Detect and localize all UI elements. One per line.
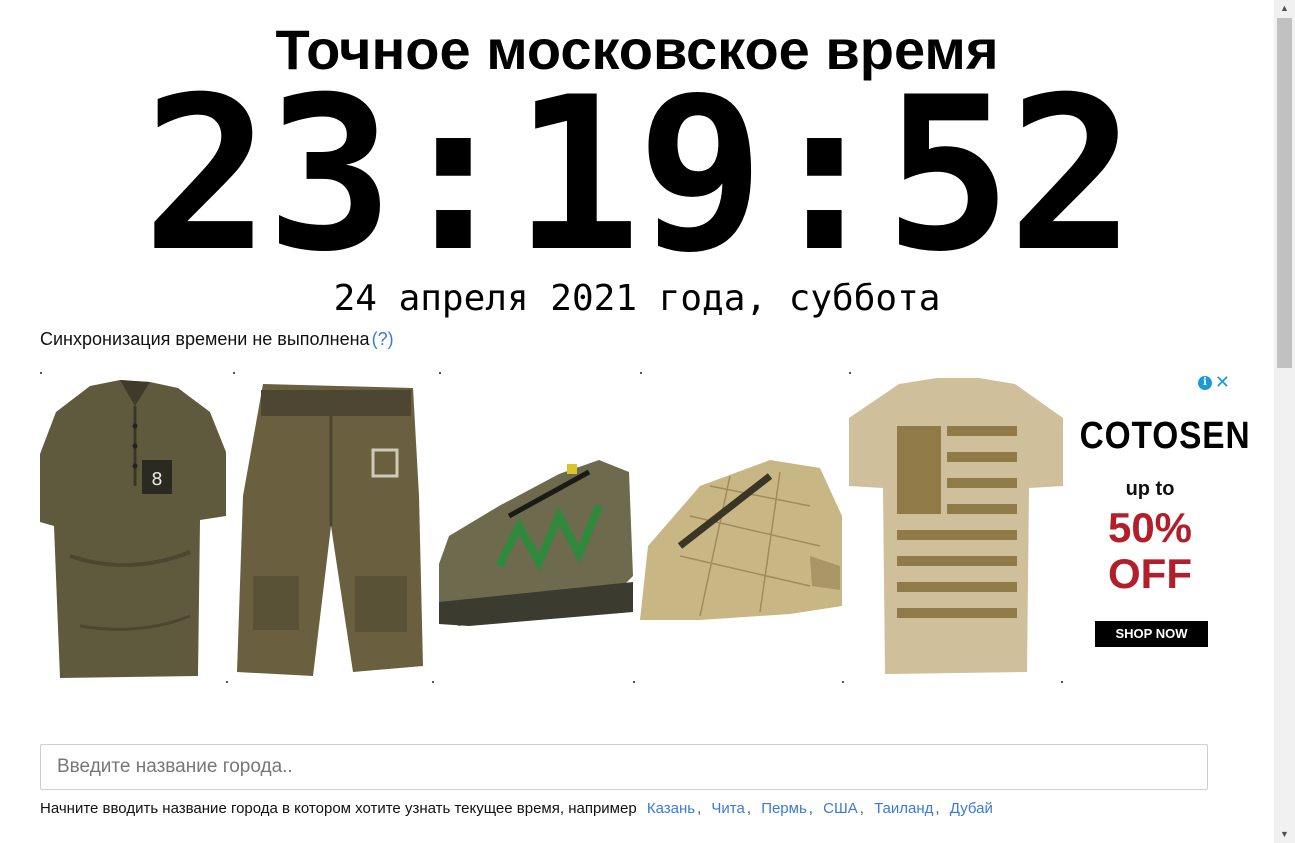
ad-dot xyxy=(233,372,235,374)
henley-shirt-image[interactable]: 8 xyxy=(40,376,226,680)
scroll-down-arrow-icon[interactable]: ▼ xyxy=(1274,826,1295,843)
ad-close-icon[interactable]: ✕ xyxy=(1215,373,1230,391)
ad-banner[interactable]: 8 i ✕ COTOSEN up to 50% OFF SHOP NOW xyxy=(40,370,1251,685)
sync-status: Синхронизация времени не выполнена (?) xyxy=(40,327,394,351)
ad-dot xyxy=(1061,681,1063,683)
city-search-input[interactable] xyxy=(40,744,1208,790)
ad-dot xyxy=(633,681,635,683)
ad-brand-name: COTOSEN xyxy=(1079,415,1251,457)
clock-display: 23:19:52 xyxy=(142,51,1135,298)
svg-text:8: 8 xyxy=(151,469,162,490)
example-city-link[interactable]: Казань xyxy=(647,800,695,817)
flag-tshirt-image[interactable] xyxy=(849,376,1063,680)
sync-help-link[interactable]: (?) xyxy=(372,329,394,349)
scroll-up-arrow-icon[interactable]: ▲ xyxy=(1274,0,1295,17)
page: Точное московское время 23:19:52 24 апре… xyxy=(0,0,1274,843)
ad-dot xyxy=(226,681,228,683)
example-city-link[interactable]: Таиланд xyxy=(874,800,933,817)
ad-dot xyxy=(849,372,851,374)
ad-promo-off: OFF xyxy=(1108,550,1192,597)
ad-promo-percent: 50% xyxy=(1107,504,1193,551)
ad-dot xyxy=(439,372,441,374)
example-city-link[interactable]: Чита xyxy=(711,800,744,817)
search-hint: Начните вводить название города в которо… xyxy=(40,800,993,817)
date-display: 24 апреля 2021 года, суббота xyxy=(333,278,941,319)
example-city-link[interactable]: Дубай xyxy=(950,800,993,817)
example-city-link[interactable]: Пермь xyxy=(761,800,807,817)
sync-status-text: Синхронизация времени не выполнена xyxy=(40,329,370,349)
ad-dot xyxy=(40,372,42,374)
vertical-scrollbar[interactable]: ▲ ▼ xyxy=(1274,0,1295,843)
scrollbar-thumb[interactable] xyxy=(1277,18,1292,368)
ad-dot xyxy=(842,681,844,683)
example-city-link[interactable]: США xyxy=(823,800,858,817)
search-hint-text: Начните вводить название города в которо… xyxy=(40,800,637,817)
camo-sneaker-image[interactable] xyxy=(439,376,633,680)
shop-now-button[interactable]: SHOP NOW xyxy=(1095,621,1208,647)
ad-promo-upto: up to xyxy=(1125,478,1175,500)
ad-dot xyxy=(432,681,434,683)
ad-dot xyxy=(640,372,642,374)
flat-cap-image[interactable] xyxy=(640,376,842,680)
adchoices-info-icon[interactable]: i xyxy=(1198,376,1212,390)
cargo-shorts-image[interactable] xyxy=(233,376,423,680)
